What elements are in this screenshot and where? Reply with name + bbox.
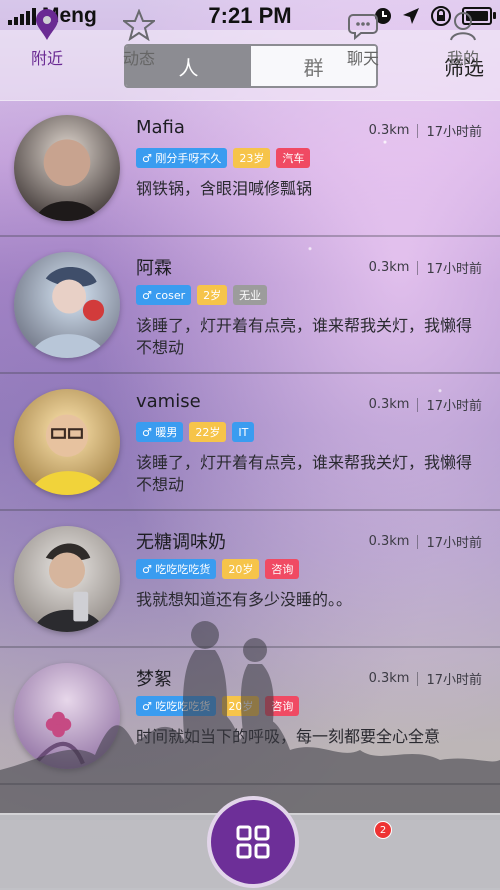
user-icon [450, 12, 476, 41]
last-active: 17小时前 [426, 536, 482, 551]
user-name: 无糖调味奶 [136, 532, 226, 553]
user-meta: 0.3km 17小时前 [369, 532, 482, 551]
divider [417, 260, 419, 275]
avatar[interactable] [14, 115, 120, 221]
list-item[interactable]: 阿霖 0.3km 17小时前 ♂ coser 2岁 无业 该睡了，灯开着有点亮，… [0, 237, 500, 374]
user-tags: ♂ 暖男 22岁 IT [136, 422, 255, 442]
avatar-image [14, 252, 120, 358]
tab-label: 动态 [122, 49, 155, 68]
tab-chat[interactable]: 聊天 [318, 9, 408, 69]
user-tags: ♂ 刚分手呀不久 23岁 汽车 [136, 148, 311, 168]
center-action-button[interactable] [207, 796, 299, 888]
avatar[interactable] [14, 389, 120, 495]
user-description: 该睡了，灯开着有点亮，谁来帮我关灯，我懒得不想动 [136, 316, 473, 357]
tag-age: 22岁 [189, 422, 227, 442]
last-active: 17小时前 [426, 125, 482, 140]
user-meta: 0.3km 17小时前 [369, 121, 482, 140]
user-meta: 0.3km 17小时前 [369, 258, 482, 277]
avatar[interactable] [14, 252, 120, 358]
tab-label: 我的 [446, 49, 479, 68]
user-name: Mafia [136, 117, 185, 138]
distance: 0.3km [368, 397, 410, 412]
distance: 0.3km [368, 260, 410, 275]
user-tags: ♂ 吃吃吃吃货 20岁 咨询 [136, 559, 300, 579]
tab-label: 附近 [30, 49, 63, 68]
user-meta: 0.3km 17小时前 [369, 395, 482, 414]
tag-industry: 无业 [233, 285, 268, 305]
tag-age: 2岁 [197, 285, 228, 305]
user-name: 阿霖 [136, 258, 172, 279]
location-pin-icon [36, 9, 58, 40]
tag-age: 20岁 [222, 559, 260, 579]
tag-industry: 汽车 [276, 148, 311, 168]
divider [417, 534, 419, 549]
list-item[interactable]: Mafia 0.3km 17小时前 ♂ 刚分手呀不久 23岁 汽车 钢铁锅，含眼… [0, 100, 500, 237]
list-item[interactable]: vamise 0.3km 17小时前 ♂ 暖男 22岁 IT 该睡了，灯开着有点… [0, 374, 500, 511]
last-active: 17小时前 [426, 399, 482, 414]
tag-industry: 咨询 [265, 559, 300, 579]
background-silhouettes [0, 621, 500, 820]
tag-industry: IT [232, 422, 255, 442]
tag-status: ♂ 吃吃吃吃货 [136, 559, 217, 579]
tab-profile[interactable]: 我的 [418, 9, 500, 69]
distance: 0.3km [368, 123, 410, 138]
avatar-image [14, 115, 120, 221]
grid-icon [236, 825, 270, 859]
user-name: vamise [136, 391, 201, 412]
user-tags: ♂ coser 2岁 无业 [136, 285, 268, 305]
star-icon [123, 9, 155, 41]
last-active: 17小时前 [426, 262, 482, 277]
tag-status: ♂ 暖男 [136, 422, 184, 442]
tab-moments[interactable]: 动态 [94, 9, 184, 69]
user-description: 钢铁锅，含眼泪喊修瓢锅 [136, 179, 313, 198]
user-description: 该睡了，灯开着有点亮，谁来帮我关灯，我懒得不想动 [136, 453, 473, 494]
tag-age: 23岁 [233, 148, 271, 168]
distance: 0.3km [368, 534, 410, 549]
tag-status: ♂ coser [136, 285, 192, 305]
avatar-image [14, 389, 120, 495]
divider [417, 397, 419, 412]
chat-badge: 2 [374, 821, 392, 839]
divider [417, 123, 419, 138]
tab-label: 聊天 [346, 49, 379, 68]
chat-bubble-icon [348, 14, 378, 41]
tab-nearby[interactable]: 附近 [2, 9, 92, 69]
tag-status: ♂ 刚分手呀不久 [136, 148, 228, 168]
